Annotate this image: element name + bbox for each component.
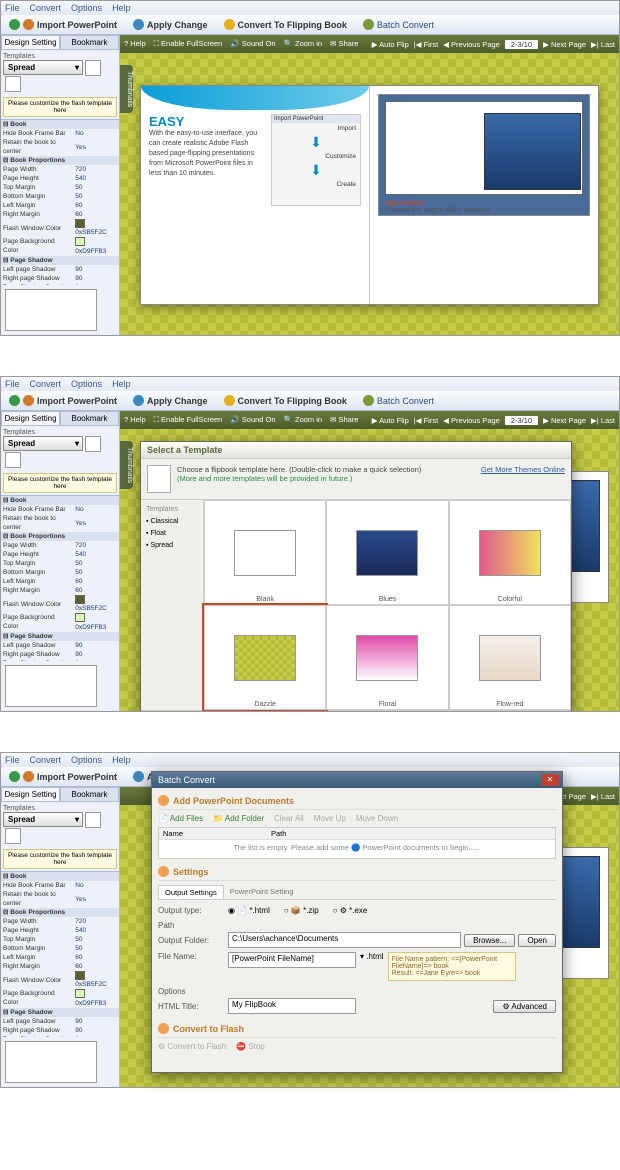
tab-design[interactable]: Design Setting: [1, 35, 60, 50]
more-themes-link[interactable]: Get More Themes Online: [481, 465, 565, 474]
template-dropdown[interactable]: Spread: [3, 60, 83, 75]
stop-button[interactable]: ⛔ Stop: [236, 1042, 265, 1051]
add-docs-heading: Add PowerPoint Documents: [158, 792, 556, 810]
batch-dialog: Batch Convert✕ Add PowerPoint Documents …: [151, 771, 563, 1073]
ctrl-share[interactable]: ✉ Share: [330, 39, 358, 49]
ctrl-autoflip[interactable]: ▶ Auto Flip: [372, 40, 409, 49]
page-text: With the easy-to-use interface, you can …: [149, 129, 271, 179]
tab-ppt-setting[interactable]: PowerPoint Setting: [224, 885, 300, 899]
clear-all-button[interactable]: Clear All: [274, 814, 304, 823]
filename-input[interactable]: [PowerPoint FileName]: [228, 952, 356, 968]
cat-classical[interactable]: ▪ Classical: [145, 516, 199, 527]
radio-zip[interactable]: ○ 📦 *.zip: [284, 906, 319, 915]
template-preview-icon: [147, 465, 171, 493]
template-refresh-icon[interactable]: [85, 60, 101, 76]
ctrl-zoom[interactable]: 🔍 Zoom in: [284, 39, 323, 49]
ctrl-help[interactable]: ? Help: [124, 39, 146, 49]
templates-heading: Templates: [145, 504, 199, 515]
batch-button[interactable]: Batch Convert: [359, 18, 438, 31]
browse-button[interactable]: Browse...: [464, 934, 515, 947]
template-save-icon[interactable]: [5, 76, 21, 92]
tab-output-settings[interactable]: Output Settings: [158, 885, 224, 899]
convert-flash-button[interactable]: ⚙ Convert to Flash: [158, 1042, 226, 1051]
tpl-blues[interactable]: Blues: [326, 500, 448, 605]
page-number[interactable]: 2-3/10: [505, 40, 538, 49]
radio-html[interactable]: ◉ 📄 *.html: [228, 906, 270, 915]
move-down-button[interactable]: Move Down: [356, 814, 398, 823]
menu-convert[interactable]: Convert: [30, 3, 62, 13]
apply-button[interactable]: Apply Change: [129, 18, 212, 31]
templates-label: Templates: [3, 53, 117, 60]
convert-button[interactable]: Convert To Flipping Book: [220, 18, 351, 31]
cat-spread[interactable]: ▪ Spread: [145, 540, 199, 551]
add-files-button[interactable]: 📄 Add Files: [158, 814, 203, 823]
import-button[interactable]: Import PowerPoint: [5, 18, 121, 31]
convert-heading: Convert to Flash: [158, 1020, 556, 1038]
ctrl-fullscreen[interactable]: ⛶ Enable FullScreen: [154, 39, 223, 49]
output-folder-input[interactable]: C:\Users\achance\Documents: [228, 932, 461, 948]
move-up-button[interactable]: Move Up: [314, 814, 346, 823]
advanced-button[interactable]: ⚙ Advanced: [493, 1000, 556, 1013]
tpl-flowred[interactable]: Flow-red: [449, 605, 571, 710]
close-icon[interactable]: ✕: [541, 774, 559, 786]
open-button[interactable]: Open: [518, 934, 556, 947]
menu-help[interactable]: Help: [112, 3, 131, 13]
ctrl-sound[interactable]: 🔊 Sound On: [230, 39, 275, 49]
tpl-dazzle[interactable]: Dazzle: [204, 605, 326, 710]
tab-bookmark[interactable]: Bookmark: [60, 35, 119, 50]
menu-options[interactable]: Options: [71, 3, 102, 13]
tpl-colorful[interactable]: Colorful: [449, 500, 571, 605]
tpl-floral[interactable]: Floral: [326, 605, 448, 710]
ctrl-last[interactable]: ▶| Last: [591, 40, 615, 49]
cat-float[interactable]: ▪ Float: [145, 528, 199, 539]
customize-note: Please customize the flash template here: [3, 97, 117, 117]
ctrl-first[interactable]: |◀ First: [414, 40, 438, 49]
filename-hint: File Name pattern: <=[PowerPoint FileNam…: [388, 952, 516, 981]
ctrl-next[interactable]: ▶ Next Page: [543, 40, 586, 49]
html-title-input[interactable]: My FlipBook: [228, 998, 356, 1014]
page-thumbnail[interactable]: [5, 289, 97, 331]
template-dialog: Select a Template Choose a flipbook temp…: [140, 441, 572, 711]
tpl-blank[interactable]: Blank: [204, 500, 326, 605]
batch-title: Batch Convert✕: [152, 772, 562, 788]
ctrl-prev[interactable]: ◀ Previous Page: [443, 40, 500, 49]
radio-exe[interactable]: ○ ⚙ *.exe: [333, 906, 368, 915]
page-heading: EASY: [149, 114, 271, 129]
dialog-title: Select a Template: [141, 442, 571, 459]
settings-heading: Settings: [158, 863, 556, 881]
menu-file[interactable]: File: [5, 3, 20, 13]
add-folder-button[interactable]: 📁 Add Folder: [213, 814, 264, 823]
thumbnails-tab[interactable]: Thumbnails: [120, 65, 133, 113]
